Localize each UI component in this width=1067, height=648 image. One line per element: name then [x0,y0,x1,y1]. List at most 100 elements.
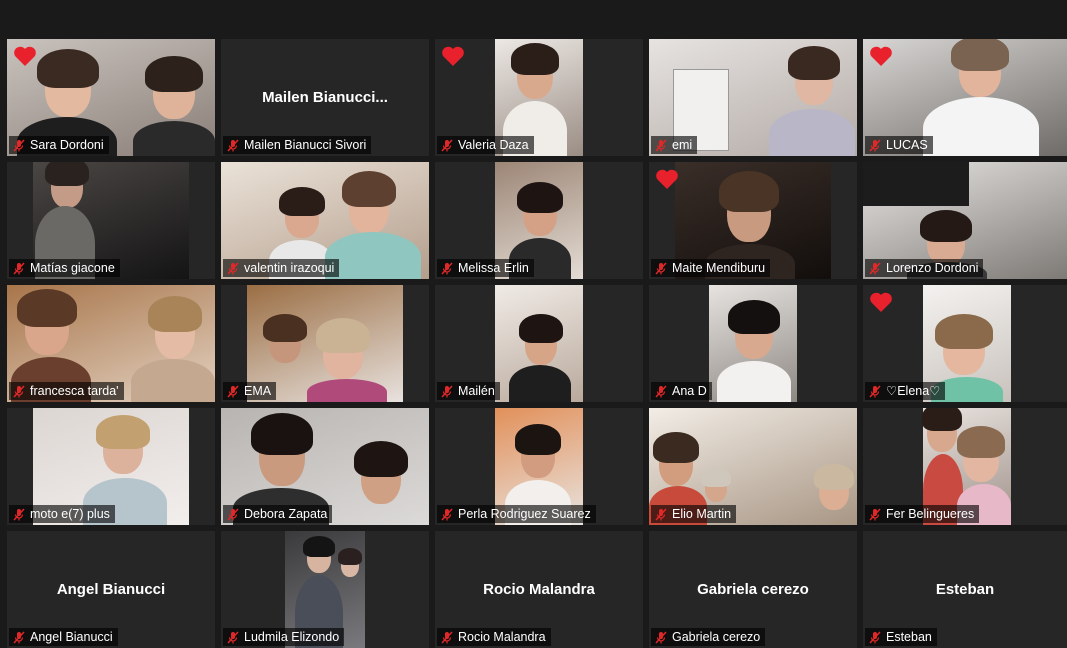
person [516,182,564,236]
participant-name: Rocio Malandra [458,630,546,644]
participant-name: Angel Bianucci [30,630,113,644]
participant-name-label: Angel Bianucci [9,628,118,646]
participant-name-label: Esteban [865,628,937,646]
person [701,467,731,502]
person [250,412,314,486]
participant-tile-emi[interactable]: emi [649,39,857,156]
participant-name: Gabriela cerezo [672,630,761,644]
participant-name-label: EMA [223,382,277,400]
participant-tile-debora-zapata[interactable]: Debora Zapata [221,408,429,525]
participant-name-label: Ana D [651,382,712,400]
heart-icon [870,292,892,312]
muted-mic-icon [869,630,881,644]
participant-tile-elio-martin[interactable]: Elio Martin [649,408,857,525]
participant-name: francesca tarda' [30,384,119,398]
participant-name-label: LUCAS [865,136,933,154]
participant-tile-moto-e7-plus[interactable]: moto e(7) plus [7,408,215,525]
video-feed [495,285,583,402]
muted-mic-icon [869,384,881,398]
person [353,440,409,504]
participant-tile-fer-belingueres[interactable]: Fer Belingueres [863,408,1067,525]
participant-name-label: Fer Belingueres [865,505,980,523]
participant-name: valentin irazoqui [244,261,335,275]
participant-name-label: valentin irazoqui [223,259,340,277]
muted-mic-icon [655,138,667,152]
muted-mic-icon [655,507,667,521]
person [263,314,307,363]
participant-name-label: Valeria Daza [437,136,534,154]
muted-mic-icon [441,384,453,398]
participant-tile-rocio-malandra[interactable]: Rocio Malandra Rocio Malandra [435,531,643,648]
person [728,300,780,359]
muted-mic-icon [655,261,667,275]
muted-mic-icon [869,261,881,275]
participant-name-label: ♡Elena♡ [865,382,946,400]
participant-tile-melissa-erlin[interactable]: Melissa Erlin [435,162,643,279]
participant-tile-angel-bianucci[interactable]: Angel Bianucci Angel Bianucci [7,531,215,648]
video-feed [709,285,797,402]
participant-name: emi [672,138,693,152]
heart-icon [14,46,36,66]
person [45,162,89,208]
participant-name: Ana D [672,384,707,398]
person [956,425,1006,482]
participant-tile-elena[interactable]: ♡Elena♡ [863,285,1067,402]
participant-tile-valentin-irazoqui[interactable]: valentin irazoqui [221,162,429,279]
participant-tile-ana-d[interactable]: Ana D [649,285,857,402]
participant-name: Sara Dordoni [30,138,104,152]
participant-name-label: moto e(7) plus [9,505,115,523]
muted-mic-icon [227,630,239,644]
participant-tile-sara-dordoni[interactable]: Sara Dordoni [7,39,215,156]
muted-mic-icon [227,507,239,521]
participant-name-label: Rocio Malandra [437,628,551,646]
participant-name: Maite Mendiburu [672,261,766,275]
participant-tile-ludmila-elizondo[interactable]: Ludmila Elizondo [221,531,429,648]
muted-mic-icon [227,384,239,398]
person [17,289,77,355]
participant-name-label: Debora Zapata [223,505,333,523]
person [935,314,993,375]
person [278,186,326,238]
participant-tile-lucas[interactable]: LUCAS [863,39,1067,156]
muted-mic-icon [227,261,239,275]
person [36,48,100,117]
participant-tile-mailen[interactable]: Mailén [435,285,643,402]
participant-tile-maite-mendiburu[interactable]: Maite Mendiburu [649,162,857,279]
participant-name: ♡Elena♡ [886,384,941,398]
participant-name-label: Sara Dordoni [9,136,109,154]
participant-tile-valeria-daza[interactable]: Valeria Daza [435,39,643,156]
muted-mic-icon [655,384,667,398]
participant-name-label: Matías giacone [9,259,120,277]
participant-name: Mailen Bianucci Sivori [244,138,367,152]
participant-name-label: emi [651,136,698,154]
muted-mic-icon [869,507,881,521]
person [337,547,363,577]
participant-name-label: Ludmila Elizondo [223,628,345,646]
heart-icon [442,46,464,66]
participant-tile-ema[interactable]: EMA [221,285,429,402]
person [719,171,779,242]
participant-name-label: Perla Rodriguez Suarez [437,505,596,523]
muted-mic-icon [441,630,453,644]
person [315,318,371,379]
participant-tile-lorenzo-dordoni[interactable]: Lorenzo Dordoni [863,162,1067,279]
muted-mic-icon [13,384,25,398]
participant-name: LUCAS [886,138,928,152]
muted-mic-icon [227,138,239,152]
participant-name: Perla Rodriguez Suarez [458,507,591,521]
participant-name: Mailén [458,384,495,398]
person [951,39,1009,97]
muted-mic-icon [13,261,25,275]
participant-name: Valeria Daza [458,138,529,152]
participant-tile-mailen-bianucci-sivori[interactable]: Mailen Bianucci... Mailen Bianucci Sivor… [221,39,429,156]
participant-name: Melissa Erlin [458,261,529,275]
muted-mic-icon [441,507,453,521]
muted-mic-icon [655,630,667,644]
participant-tile-francesca-tarda[interactable]: francesca tarda' [7,285,215,402]
participant-tile-gabriela-cerezo[interactable]: Gabriela cerezo Gabriela cerezo [649,531,857,648]
participant-tile-perla-rodriguez-suarez[interactable]: Perla Rodriguez Suarez [435,408,643,525]
participant-tile-esteban[interactable]: Esteban Esteban [863,531,1067,648]
person [652,432,700,486]
participant-tile-matias-giacone[interactable]: Matías giacone [7,162,215,279]
participant-name: Ludmila Elizondo [244,630,340,644]
